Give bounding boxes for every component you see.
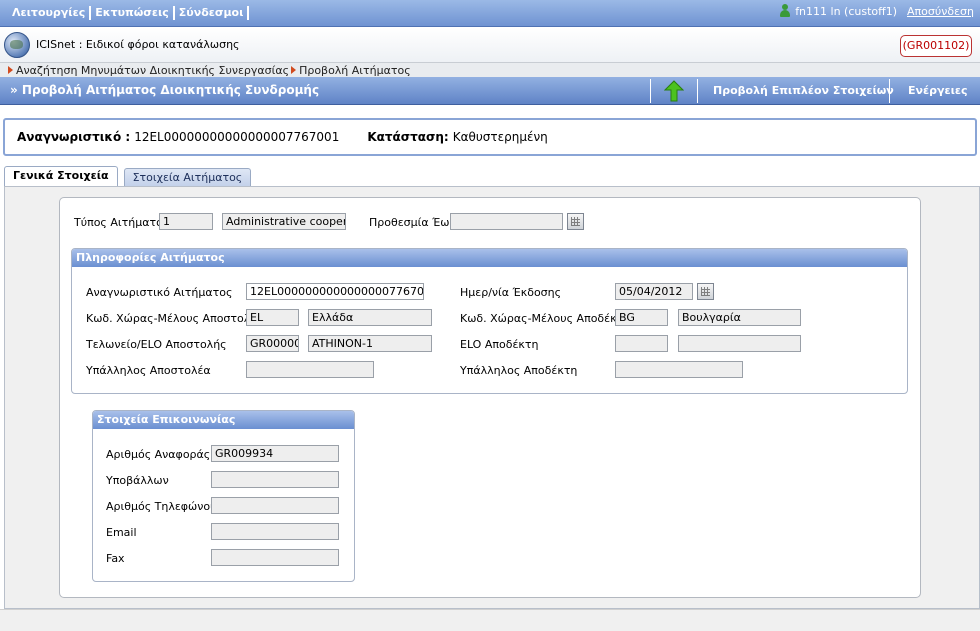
request-info-title: Πληροφορίες Αιτήματος [72,249,907,267]
sender-office-name-field[interactable]: ATHINON-1 [308,335,432,352]
toolbar-divider [650,79,651,103]
menu-links[interactable]: Σύνδεσμοι [175,6,250,20]
footer-bar [0,609,980,631]
submitter-label: Υποβάλλων [106,474,169,487]
recipient-elo-label: ELO Αποδέκτη [460,338,539,351]
email-label: Email [106,526,137,539]
recipient-country-name-field[interactable]: Βουλγαρία [678,309,801,326]
page-title-bar: » Προβολή Αιτήματος Διοικητικής Συνδρομή… [0,77,980,105]
sender-office-label: Τελωνείο/ELO Αποστολής [86,338,227,351]
breadcrumb: Αναζήτηση Μηνυμάτων Διοικητικής Συνεργασ… [0,62,980,77]
logout-link[interactable]: Αποσύνδεση [907,5,974,18]
recipient-elo-name-field[interactable] [678,335,801,352]
tab-general[interactable]: Γενικά Στοιχεία [4,166,118,186]
request-type-code-field[interactable]: 1 [159,213,213,230]
top-menu-bar: Λειτουργίες Εκτυπώσεις Σύνδεσμοι fn111 l… [0,0,980,27]
deadline-calendar-icon[interactable] [567,213,584,230]
request-header-box: Αναγνωριστικό : 12EL00000000000000007767… [3,118,977,156]
fax-label: Fax [106,552,125,565]
request-type-label: Τύπος Αιτήματος [74,216,170,229]
user-area: fn111 ln (custoff1) Αποσύνδεση [779,4,974,18]
breadcrumb-search-messages[interactable]: Αναζήτηση Μηνυμάτων Διοικητικής Συνεργασ… [16,64,289,77]
sender-officer-label: Υπάλληλος Αποστολέα [86,364,211,377]
office-ref-badge: (GR001102) [900,35,972,57]
top-menu: Λειτουργίες Εκτυπώσεις Σύνδεσμοι [8,6,250,20]
id-label: Αναγνωριστικό : [17,130,131,144]
tab-bar: Γενικά Στοιχεία Στοιχεία Αιτήματος [4,166,252,186]
sender-country-name-field[interactable]: Ελλάδα [308,309,432,326]
menu-prints[interactable]: Εκτυπώσεις [91,6,175,20]
status-label: Κατάσταση: [367,130,449,144]
submitter-field[interactable] [211,471,339,488]
page-title: » Προβολή Αιτήματος Διοικητικής Συνδρομή… [10,83,320,97]
id-value: 12EL00000000000000007767001 [134,130,340,144]
breadcrumb-view-request: Προβολή Αιτήματος [299,63,411,77]
user-icon [779,4,791,18]
issue-date-label: Ημερ/νία Έκδοσης [460,286,562,299]
request-type-desc-field[interactable]: Administrative cooperatic [222,213,346,230]
actions-button[interactable]: Ενέργειες [908,84,968,97]
sender-officer-field[interactable] [246,361,374,378]
phone-field[interactable] [211,497,339,514]
breadcrumb-arrow-icon [8,66,13,74]
sender-country-label: Κωδ. Χώρας-Μέλους Αποστολέα [86,312,264,325]
deadline-label: Προθεσμία Έως [369,216,456,229]
more-details-button[interactable]: Προβολή Επιπλέον Στοιχείων [713,84,894,97]
reference-number-field[interactable]: GR009934 [211,445,339,462]
issue-date-field[interactable]: 05/04/2012 [615,283,693,300]
recipient-officer-field[interactable] [615,361,743,378]
globe-logo-icon [4,32,30,58]
menu-functions[interactable]: Λειτουργίες [8,6,92,20]
request-id-label: Αναγνωριστικό Αιτήματος [86,286,233,299]
recipient-country-code-field[interactable]: BG [615,309,668,326]
email-field[interactable] [211,523,339,540]
contact-title: Στοιχεία Επικοινωνίας [93,411,354,429]
app-title: ICISnet : Ειδικοί φόροι κατανάλωσης [36,38,240,51]
app-header: ICISnet : Ειδικοί φόροι κατανάλωσης (GR0… [0,28,980,62]
go-up-arrow-icon[interactable] [664,80,684,102]
issue-date-calendar-icon[interactable] [697,283,714,300]
recipient-country-label: Κωδ. Χώρας-Μέλους Αποδέκτη [460,312,631,325]
request-id-field[interactable]: 12EL00000000000000007767001 [246,283,424,300]
sender-country-code-field[interactable]: EL [246,309,299,326]
phone-label: Αριθμός Τηλεφώνου [106,500,217,513]
user-label: fn111 ln (custoff1) [795,4,898,18]
reference-number-label: Αριθμός Αναφοράς [106,448,211,461]
recipient-elo-code-field[interactable] [615,335,668,352]
tab-request-details[interactable]: Στοιχεία Αιτήματος [123,168,252,186]
breadcrumb-arrow-icon [291,66,297,74]
sender-office-code-field[interactable]: GR000001 [246,335,299,352]
toolbar-divider [889,79,890,103]
toolbar-divider [697,79,698,103]
recipient-officer-label: Υπάλληλος Αποδέκτη [460,364,578,377]
status-value: Καθυστερημένη [452,130,548,144]
fax-field[interactable] [211,549,339,566]
deadline-field[interactable] [450,213,563,230]
